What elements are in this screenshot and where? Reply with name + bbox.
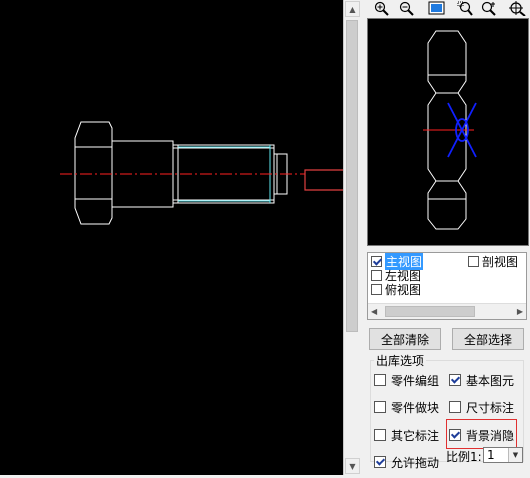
view-top-checkbox[interactable] (371, 283, 382, 295)
zoom-in-icon[interactable] (373, 1, 390, 16)
scroll-left-icon[interactable]: ◀ (371, 307, 377, 316)
scale-value: 1 (487, 448, 495, 462)
scale-label: 比例1: (446, 450, 482, 464)
drag-arrow (304, 159, 382, 201)
zoom-out-icon[interactable] (398, 1, 415, 16)
chevron-down-icon[interactable]: ▼ (508, 448, 522, 462)
option-other-annotation[interactable]: 其它标注 (374, 427, 439, 443)
option-part-block-checkbox[interactable] (374, 401, 386, 413)
zoom-dynamic-icon[interactable] (480, 1, 497, 16)
drawing-canvas[interactable] (0, 0, 382, 475)
view-item-top[interactable]: 俯视图 (371, 282, 422, 297)
option-part-group-label: 零件编组 (391, 373, 440, 388)
option-basic-elements-checkbox[interactable] (449, 374, 461, 386)
option-other-annotation-label: 其它标注 (391, 428, 440, 443)
option-part-block-label: 零件做块 (391, 400, 440, 415)
allow-drag-checkbox[interactable] (374, 456, 386, 468)
preview-drawing (423, 30, 477, 230)
preview-window[interactable] (367, 18, 529, 246)
allow-drag-label: 允许拖动 (391, 455, 440, 470)
view-main-checkbox[interactable] (371, 255, 382, 267)
pan-icon[interactable] (509, 1, 526, 16)
scroll-right-icon[interactable]: ▶ (517, 307, 523, 316)
view-item-section[interactable]: 剖视图 (468, 254, 519, 269)
scroll-up-button[interactable]: ▲ (345, 1, 360, 17)
option-dimension[interactable]: 尺寸标注 (449, 399, 514, 415)
scroll-down-button[interactable]: ▼ (345, 458, 360, 474)
preview-toolbar (367, 0, 530, 17)
highlight-box (446, 419, 517, 449)
option-part-group-checkbox[interactable] (374, 374, 386, 386)
fit-window-icon[interactable] (428, 1, 445, 16)
option-dimension-label: 尺寸标注 (466, 400, 515, 415)
view-section-label: 剖视图 (482, 254, 519, 269)
view-section-checkbox[interactable] (468, 255, 479, 267)
option-dimension-checkbox[interactable] (449, 401, 461, 413)
bolt-drawing (60, 121, 382, 225)
option-part-group[interactable]: 零件编组 (374, 372, 439, 388)
view-list-hscrollbar[interactable]: ◀ ▶ (368, 303, 526, 319)
zoom-window-icon[interactable] (457, 1, 474, 16)
select-all-button[interactable]: 全部选择 (452, 328, 524, 350)
scale-select[interactable]: 1 ▼ (483, 447, 523, 463)
option-basic-elements-label: 基本图元 (466, 373, 515, 388)
clear-all-button[interactable]: 全部清除 (369, 328, 441, 350)
options-group-title: 出库选项 (374, 352, 427, 369)
view-left-checkbox[interactable] (371, 269, 382, 281)
option-basic-elements[interactable]: 基本图元 (449, 372, 514, 388)
view-top-label: 俯视图 (385, 282, 422, 297)
scroll-thumb[interactable] (346, 20, 358, 332)
hscroll-thumb[interactable] (385, 306, 475, 317)
option-part-block[interactable]: 零件做块 (374, 399, 439, 415)
option-other-annotation-checkbox[interactable] (374, 429, 386, 441)
vertical-scrollbar[interactable]: ▲ ▼ (343, 0, 360, 475)
allow-drag-option[interactable]: 允许拖动 (374, 454, 439, 470)
